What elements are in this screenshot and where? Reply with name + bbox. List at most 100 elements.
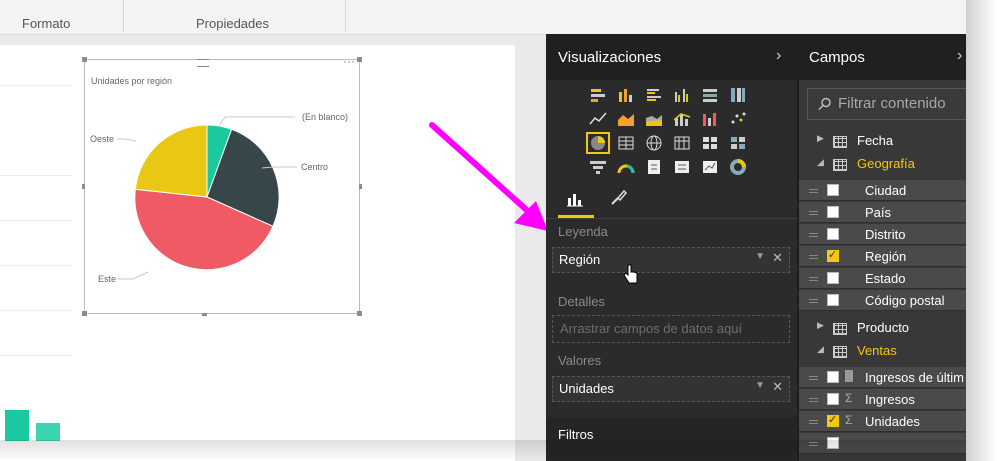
drag-grip-icon[interactable] bbox=[809, 398, 818, 402]
field-row-distrito[interactable]: Distrito bbox=[799, 224, 968, 245]
pie-slice-oeste[interactable] bbox=[134, 124, 208, 198]
area-chart-icon[interactable] bbox=[616, 110, 636, 128]
table-geografia[interactable]: ◢ Geografía bbox=[799, 154, 968, 174]
globe-map-icon[interactable] bbox=[644, 134, 664, 152]
kpi-icon[interactable] bbox=[700, 158, 720, 176]
filled-map-icon[interactable] bbox=[728, 134, 748, 152]
sigma-icon: Σ bbox=[845, 391, 853, 405]
pie-chart-visual[interactable]: ··· Unidades por región (En blanco) Cent… bbox=[82, 54, 362, 316]
collapse-chevron-icon[interactable]: › bbox=[957, 47, 962, 65]
section-detalles: Detalles bbox=[558, 294, 605, 309]
collapse-chevron-icon[interactable]: ◢ bbox=[817, 344, 824, 355]
field-name: Ingresos de últim bbox=[865, 370, 964, 385]
visual-type-gallery bbox=[586, 86, 798, 186]
expand-chevron-icon[interactable]: ▶ bbox=[817, 133, 824, 144]
field-row-ingresos[interactable]: Σ Ingresos bbox=[799, 389, 968, 410]
stacked-column-chart-icon[interactable] bbox=[616, 86, 636, 104]
calculator-icon bbox=[845, 370, 853, 382]
detalles-placeholder: Arrastrar campos de datos aquí bbox=[560, 321, 743, 336]
checkbox-checked[interactable] bbox=[827, 248, 839, 262]
collapse-chevron-icon[interactable]: › bbox=[776, 47, 781, 65]
detalles-drop-zone[interactable]: Arrastrar campos de datos aquí bbox=[552, 315, 790, 343]
leyenda-field-well[interactable]: Región ▼ ✕ bbox=[552, 247, 790, 273]
filter-search-box[interactable]: Filtrar contenido bbox=[807, 88, 974, 120]
expand-chevron-icon[interactable]: ▶ bbox=[817, 320, 824, 331]
checkbox[interactable] bbox=[827, 206, 839, 218]
leader-line bbox=[117, 271, 149, 280]
leader-line bbox=[117, 138, 137, 142]
drag-grip-icon[interactable] bbox=[809, 299, 818, 303]
fields-pane: Campos › Filtrar contenido ▶ Fecha ◢ Geo… bbox=[797, 34, 974, 461]
resize-handle[interactable] bbox=[202, 313, 207, 316]
scatter-chart-icon[interactable] bbox=[728, 110, 748, 128]
field-row-pais[interactable]: País bbox=[799, 202, 968, 223]
donut-chart-icon[interactable] bbox=[728, 158, 748, 176]
gauge-icon[interactable] bbox=[616, 158, 636, 176]
checkbox[interactable] bbox=[827, 371, 839, 383]
field-row-region[interactable]: Región bbox=[799, 246, 968, 267]
valores-field-well[interactable]: Unidades ▼ ✕ bbox=[552, 376, 790, 402]
checkbox[interactable] bbox=[827, 228, 839, 240]
field-name: Ingresos bbox=[865, 392, 915, 407]
field-row-unidades[interactable]: Σ Unidades bbox=[799, 411, 968, 432]
field-row-ciudad[interactable]: Ciudad bbox=[799, 180, 968, 201]
field-name: Distrito bbox=[865, 227, 906, 242]
pie-label-en-blanco: (En blanco) bbox=[302, 112, 349, 122]
100-stacked-column-icon[interactable] bbox=[728, 86, 748, 104]
bar-visual-bar bbox=[36, 423, 60, 441]
checkbox[interactable] bbox=[827, 184, 839, 196]
matrix-icon[interactable] bbox=[672, 134, 692, 152]
line-and-column-chart-icon[interactable] bbox=[672, 110, 692, 128]
fields-tab-icon[interactable] bbox=[566, 190, 584, 208]
drag-grip-icon[interactable] bbox=[809, 233, 818, 237]
clustered-column-chart-icon[interactable] bbox=[672, 86, 692, 104]
table-icon[interactable] bbox=[616, 134, 636, 152]
drag-grip-icon[interactable] bbox=[809, 189, 818, 193]
table-fecha[interactable]: ▶ Fecha bbox=[799, 131, 968, 151]
checkbox-checked[interactable] bbox=[827, 413, 839, 427]
dropdown-arrow-icon[interactable]: ▼ bbox=[755, 380, 765, 391]
ribbon-chart-icon[interactable] bbox=[700, 110, 720, 128]
leyenda-field-value: Región bbox=[559, 252, 601, 267]
grid-table-icon[interactable] bbox=[700, 134, 720, 152]
stacked-area-chart-icon[interactable] bbox=[644, 110, 664, 128]
drag-grip-icon[interactable] bbox=[809, 277, 818, 281]
remove-field-icon[interactable]: ✕ bbox=[772, 250, 783, 266]
resize-handle[interactable] bbox=[359, 184, 362, 189]
dropdown-arrow-icon[interactable]: ▼ bbox=[755, 251, 765, 262]
collapse-chevron-icon[interactable]: ◢ bbox=[817, 157, 824, 168]
100-stacked-bar-icon[interactable] bbox=[700, 86, 720, 104]
fields-header: Campos › bbox=[799, 34, 968, 80]
table-ventas[interactable]: ◢ Ventas bbox=[799, 341, 968, 361]
checkbox[interactable] bbox=[827, 294, 839, 306]
checkbox[interactable] bbox=[827, 393, 839, 405]
field-row-ingresos-ultimo[interactable]: Ingresos de últim bbox=[799, 367, 968, 388]
drag-grip-icon[interactable] bbox=[809, 255, 818, 259]
stacked-bar-chart-icon[interactable] bbox=[588, 86, 608, 104]
ribbon: Formato Propiedades bbox=[0, 0, 966, 35]
remove-field-icon[interactable]: ✕ bbox=[772, 379, 783, 395]
clustered-bar-chart-icon[interactable] bbox=[644, 86, 664, 104]
drag-grip-icon[interactable] bbox=[809, 211, 818, 215]
format-paintbrush-icon[interactable] bbox=[608, 188, 628, 208]
drag-grip-icon[interactable] bbox=[809, 420, 818, 424]
sigma-icon: Σ bbox=[845, 413, 853, 427]
background-gridline bbox=[0, 265, 72, 266]
ribbon-group-formato: Formato bbox=[22, 16, 71, 31]
pie-chart-icon[interactable] bbox=[586, 132, 610, 154]
checkbox[interactable] bbox=[827, 272, 839, 284]
drag-grip-icon[interactable] bbox=[809, 376, 818, 380]
table-icon bbox=[833, 323, 847, 335]
line-chart-icon[interactable] bbox=[588, 110, 608, 128]
search-icon bbox=[818, 97, 831, 111]
field-row-codigo-postal[interactable]: Código postal bbox=[799, 290, 968, 311]
card-icon[interactable] bbox=[644, 158, 664, 176]
ribbon-separator bbox=[345, 0, 346, 32]
hand-cursor-icon bbox=[623, 264, 638, 284]
funnel-chart-icon[interactable] bbox=[588, 158, 608, 176]
table-producto[interactable]: ▶ Producto bbox=[799, 318, 968, 338]
field-row-estado[interactable]: Estado bbox=[799, 268, 968, 289]
field-name: País bbox=[865, 205, 892, 220]
table-icon bbox=[833, 159, 847, 171]
multi-row-card-icon[interactable] bbox=[672, 158, 692, 176]
